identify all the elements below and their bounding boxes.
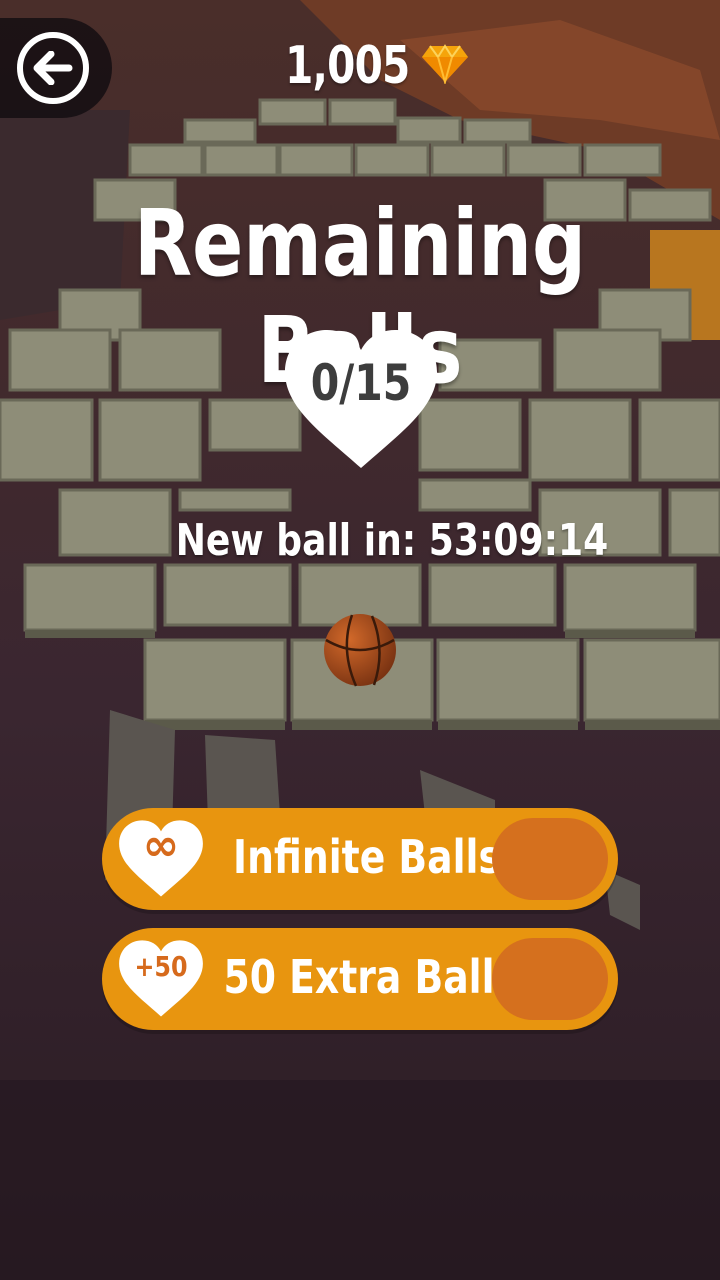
gem-count: 1,005 <box>285 36 410 96</box>
extra-balls-button[interactable]: +50 50 Extra Balls <box>102 928 618 1030</box>
gem-counter: 1,005 <box>0 36 720 96</box>
new-ball-timer: New ball in: 53:09:14 <box>175 515 609 566</box>
basketball <box>324 614 396 687</box>
infinite-balls-button[interactable]: ∞ Infinite Balls <box>102 808 618 910</box>
balls-counter: 0/15 <box>310 354 412 412</box>
diamond-icon <box>420 44 470 88</box>
plus-fifty-icon: +50 <box>134 950 188 983</box>
infinity-icon: ∞ <box>142 820 180 871</box>
balls-counter-heart: 0/15 <box>283 330 439 470</box>
price-badge <box>492 938 608 1020</box>
price-badge <box>492 818 608 900</box>
infinite-balls-label: Infinite Balls <box>233 830 501 884</box>
extra-balls-label: 50 Extra Balls <box>223 950 517 1004</box>
